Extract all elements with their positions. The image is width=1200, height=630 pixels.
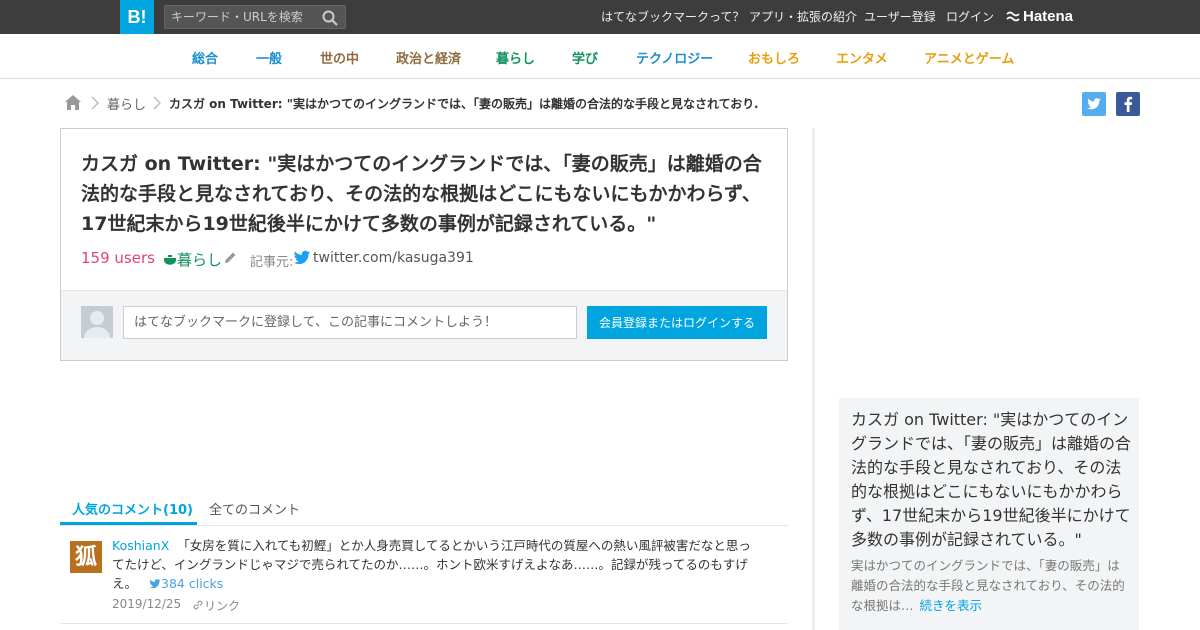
sidebar-description-text: 実はかつてのイングランドでは、「妻の販売」は離婚の合法的な手段と見なされており、… — [851, 558, 1125, 613]
chevron-right-icon — [153, 96, 161, 110]
link-label: リンク — [204, 599, 241, 613]
home-icon[interactable] — [64, 94, 82, 111]
twitter-share-icon[interactable] — [1082, 92, 1106, 116]
source-domain[interactable]: twitter.com/kasuga391 — [313, 250, 474, 266]
search-icon[interactable] — [321, 9, 339, 27]
entry-category[interactable]: 暮らし — [163, 249, 222, 270]
user-avatar — [81, 306, 113, 338]
entry-box: カスガ on Twitter: "実はかつてのイングランドでは、「妻の販売」は離… — [60, 128, 788, 361]
sidebar-entry-summary: カスガ on Twitter: "実はかつてのイングランドでは、「妻の販売」は離… — [839, 398, 1139, 630]
commenter-avatar[interactable]: 狐 — [70, 541, 102, 573]
entry-title[interactable]: カスガ on Twitter: "実はかつてのイングランドでは、「妻の販売」は離… — [81, 149, 771, 239]
life-category-icon — [164, 255, 176, 265]
facebook-share-icon[interactable] — [1116, 92, 1140, 116]
link-icon — [193, 600, 203, 610]
default-user-icon — [84, 311, 110, 338]
category-nav: 総合 一般 世の中 政治と経済 暮らし 学び テクノロジー おもしろ エンタメ … — [0, 34, 1200, 79]
users-count[interactable]: 159 users — [81, 249, 155, 267]
twitter-icon — [293, 250, 311, 265]
cat-life[interactable]: 暮らし — [496, 48, 535, 67]
comment-input[interactable] — [123, 306, 577, 339]
search-input[interactable] — [171, 8, 317, 26]
tab-popular-comments[interactable]: 人気のコメント(10) — [72, 499, 193, 518]
hatena-bookmark-logo[interactable]: B! — [120, 0, 154, 34]
comment-date[interactable]: 2019/12/25 — [112, 597, 181, 611]
hatena-brand[interactable]: Hatena — [1006, 0, 1073, 34]
cat-sogo[interactable]: 総合 — [192, 48, 218, 67]
nav-about[interactable]: はてなブックマークって？ — [601, 0, 744, 34]
nav-register[interactable]: ユーザー登録 — [864, 0, 936, 34]
sidebar-description: 実はかつてのイングランドでは、「妻の販売」は離婚の合法的な手段と見なされており、… — [851, 556, 1131, 616]
cat-entertainment[interactable]: エンタメ — [836, 48, 888, 67]
comment-permalink[interactable]: リンク — [192, 597, 240, 614]
entry-category-label: 暮らし — [177, 251, 223, 269]
brand-label: Hatena — [1023, 8, 1074, 25]
top-header: B! はてなブックマークって？ アプリ・拡張の紹介 ユーザー登録 ログイン Ha… — [0, 0, 1200, 34]
nav-login[interactable]: ログイン — [946, 0, 994, 34]
cat-economics[interactable]: 政治と経済 — [396, 48, 461, 67]
breadcrumb-current: カスガ on Twitter: "実はかつてのイングランドでは、「妻の販売」は離… — [169, 97, 759, 111]
search-box — [164, 5, 346, 29]
comment-bar: 会員登録またはログインする — [61, 290, 787, 360]
source-label: 記事元: — [250, 255, 294, 270]
register-login-button[interactable]: 会員登録またはログインする — [587, 306, 767, 339]
cat-social[interactable]: 世の中 — [320, 48, 359, 67]
clicks-count: 384 clicks — [161, 576, 224, 591]
cat-it[interactable]: テクノロジー — [636, 48, 713, 67]
cat-knowledge[interactable]: 学び — [572, 48, 598, 67]
column-divider — [812, 128, 815, 630]
comment-clicks[interactable]: 384 clicks — [149, 576, 223, 591]
comment-body: KoshianX 「女房を質に入れても初鰹」とか人身売買してるとかいう江戸時代の質… — [112, 536, 762, 593]
sidebar-title[interactable]: カスガ on Twitter: "実はかつてのイングランドでは、「妻の販売」は離… — [851, 408, 1131, 552]
breadcrumb-category[interactable]: 暮らし — [107, 94, 146, 113]
comment-username[interactable]: KoshianX — [112, 538, 169, 553]
comment-row: 狐 KoshianX 「女房を質に入れても初鰹」とか人身売買してるとかいう江戸時代… — [60, 526, 788, 624]
cat-game[interactable]: アニメとゲーム — [924, 48, 1014, 67]
nav-apps[interactable]: アプリ・拡張の紹介 — [749, 0, 857, 34]
hatena-logo-icon — [1006, 11, 1020, 22]
tab-all-comments[interactable]: 全てのコメント — [209, 499, 300, 518]
cat-general[interactable]: 一般 — [256, 48, 282, 67]
chevron-right-icon — [91, 96, 99, 110]
show-more-link[interactable]: 続きを表示 — [920, 598, 983, 613]
edit-pencil-icon[interactable] — [223, 251, 237, 265]
twitter-icon — [149, 579, 161, 589]
cat-fun[interactable]: おもしろ — [748, 48, 800, 67]
